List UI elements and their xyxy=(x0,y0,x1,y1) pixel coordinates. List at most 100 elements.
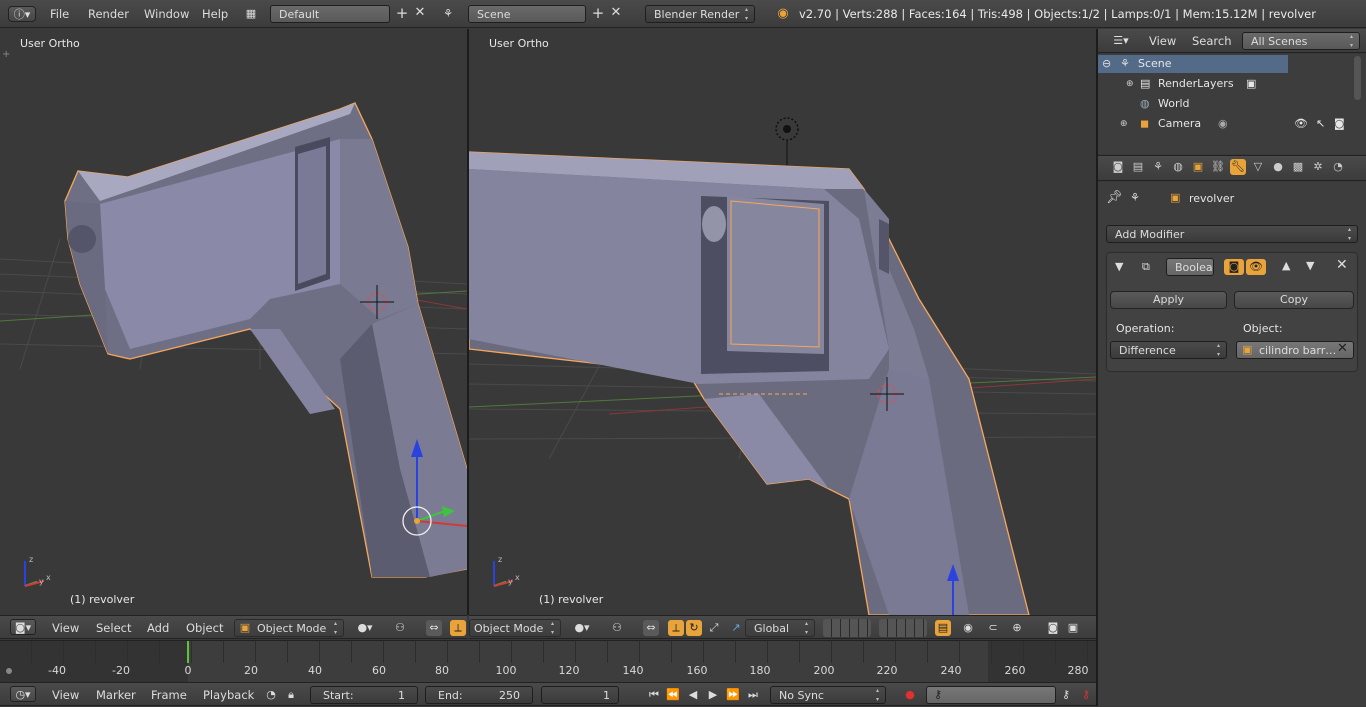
start-frame-field[interactable]: Start: 1 xyxy=(310,686,418,704)
outliner-item-renderlayers[interactable]: ⊕ ▤ RenderLayers ▣ xyxy=(1098,74,1366,94)
sync-mode-dropdown[interactable]: No Sync xyxy=(770,686,886,704)
timeline-menu-marker[interactable]: Marker xyxy=(96,683,136,707)
layers-grid-2[interactable] xyxy=(879,619,927,637)
play-reverse-icon[interactable]: ◀ xyxy=(685,687,701,703)
snap-element-icon[interactable]: ⊕ xyxy=(1009,620,1025,636)
timeline-menu-playback[interactable]: Playback xyxy=(203,683,254,707)
orientation-dropdown[interactable]: Global xyxy=(745,619,815,637)
delete-keyframe-icon[interactable]: ⚷ xyxy=(1078,687,1094,703)
expand-icon[interactable]: ⊕ xyxy=(1120,114,1128,134)
timeline-menu-view[interactable]: View xyxy=(52,683,79,707)
tab-world-icon[interactable]: ◍ xyxy=(1170,159,1186,175)
menu-render[interactable]: Render xyxy=(88,0,129,28)
corner-plus-icon[interactable]: + xyxy=(2,49,10,60)
timeline-editor-type-icon[interactable]: ◷▾ xyxy=(10,686,36,702)
lock-layers-icon[interactable]: ▤ xyxy=(935,620,951,636)
tab-render-layers-icon[interactable]: ▤ xyxy=(1130,159,1146,175)
remove-modifier-icon[interactable]: ✕ xyxy=(1336,257,1348,273)
jump-to-end-icon[interactable]: ⏭ xyxy=(745,687,761,703)
outliner-menu-view[interactable]: View xyxy=(1149,29,1176,53)
tab-scene-icon[interactable]: ⚘ xyxy=(1150,159,1166,175)
clear-object-icon[interactable]: ✕ xyxy=(1337,341,1348,356)
viewport-shading-icon[interactable]: ●▾ xyxy=(352,620,378,636)
operation-dropdown[interactable]: Difference xyxy=(1110,341,1227,359)
current-frame-marker[interactable] xyxy=(187,641,189,663)
lock-time-icon[interactable]: 🔒︎ xyxy=(283,687,299,703)
insert-keyframe-icon[interactable]: ⚷ xyxy=(1058,687,1074,703)
scene-icon[interactable]: ⚘ xyxy=(440,6,456,22)
layers-grid-1[interactable] xyxy=(823,619,871,637)
outliner-item-camera[interactable]: ⊕ ◼ Camera ◉ 👁︎ ↖ ◙ xyxy=(1098,114,1366,134)
jump-to-keyframe-forward-icon[interactable]: ⏩ xyxy=(725,687,741,703)
move-modifier-down-icon[interactable]: ▼ xyxy=(1306,259,1314,272)
pivot-icon[interactable]: ⚇ xyxy=(392,620,408,636)
tab-render-icon[interactable]: ◙ xyxy=(1110,159,1126,175)
modifier-render-toggle-icon[interactable]: ◙ xyxy=(1224,259,1244,275)
close-layout-icon[interactable]: ✕ xyxy=(412,5,428,21)
scene-name-field[interactable]: Scene xyxy=(468,5,586,23)
outliner-scrollbar[interactable] xyxy=(1354,56,1361,100)
view3d-menu-object[interactable]: Object xyxy=(186,616,223,640)
snap-icon[interactable]: ⊂ xyxy=(985,620,1001,636)
viewport-shading-icon-right[interactable]: ●▾ xyxy=(569,620,595,636)
viewport-right[interactable]: z y x User Ortho (1) revolver xyxy=(469,29,1096,615)
tab-constraints-icon[interactable]: ⛓ xyxy=(1210,159,1226,175)
view3d-menu-view[interactable]: View xyxy=(52,616,79,640)
record-icon[interactable]: ● xyxy=(902,687,918,703)
menu-help[interactable]: Help xyxy=(202,0,228,28)
current-frame-field[interactable]: 1 xyxy=(541,686,619,704)
outliner-editor-icon[interactable]: ☰▾ xyxy=(1108,33,1134,49)
copy-modifier-button[interactable]: Copy xyxy=(1234,291,1354,309)
mode-dropdown-right[interactable]: Object Mode xyxy=(469,619,561,637)
render-animation-icon[interactable]: ▣ xyxy=(1065,620,1081,636)
move-modifier-up-icon[interactable]: ▲ xyxy=(1282,259,1290,272)
mode-dropdown-left[interactable]: Object Mode xyxy=(234,619,344,637)
outliner-filter-dropdown[interactable]: All Scenes xyxy=(1242,32,1360,50)
add-layout-icon[interactable]: + xyxy=(394,5,410,21)
renderability-camera-icon[interactable]: ◙ xyxy=(1334,114,1345,134)
use-preview-range-icon[interactable]: ◔ xyxy=(263,687,279,703)
translate-manipulator-icon-right[interactable]: ⟂ xyxy=(668,620,684,636)
end-frame-field[interactable]: End: 250 xyxy=(425,686,533,704)
render-engine-dropdown[interactable]: Blender Render xyxy=(645,5,755,23)
outliner-item-world[interactable]: ◍ World xyxy=(1098,94,1366,114)
expand-icon[interactable]: ⊖ xyxy=(1102,54,1111,74)
selectability-arrow-icon[interactable]: ↖ xyxy=(1316,114,1325,134)
jump-to-keyframe-back-icon[interactable]: ⏪ xyxy=(665,687,681,703)
info-editor-icon[interactable]: ⓘ▾ xyxy=(8,6,36,22)
outliner-menu-search[interactable]: Search xyxy=(1192,29,1232,53)
add-modifier-dropdown[interactable]: Add Modifier xyxy=(1106,225,1358,243)
manipulator-toggle-icon[interactable]: ⇔ xyxy=(426,620,442,636)
scale-manipulator-icon[interactable]: ⤢ xyxy=(706,620,722,636)
tab-material-icon[interactable]: ● xyxy=(1270,159,1286,175)
view3d-menu-select[interactable]: Select xyxy=(96,616,131,640)
tab-modifiers-icon[interactable]: 🔧︎ xyxy=(1230,159,1246,175)
render-still-icon[interactable]: ◙ xyxy=(1045,620,1061,636)
tab-physics-icon[interactable]: ◔ xyxy=(1330,159,1346,175)
tab-object-icon[interactable]: ▣ xyxy=(1190,159,1206,175)
proportional-edit-icon[interactable]: ◉ xyxy=(960,620,976,636)
layout-icon[interactable]: ▦ xyxy=(243,6,259,22)
add-scene-icon[interactable]: + xyxy=(590,5,606,21)
expand-icon[interactable]: ⊕ xyxy=(1126,74,1134,94)
pin-icon[interactable]: 📌︎ xyxy=(1106,190,1123,205)
timeline-menu-frame[interactable]: Frame xyxy=(151,683,187,707)
menu-file[interactable]: File xyxy=(50,0,69,28)
translate-manipulator-icon[interactable]: ⟂ xyxy=(450,620,466,636)
rotate-manipulator-icon[interactable]: ↻ xyxy=(686,620,702,636)
layout-name-field[interactable]: Default xyxy=(270,5,390,23)
pivot-icon-right[interactable]: ⚇ xyxy=(609,620,625,636)
menu-window[interactable]: Window xyxy=(144,0,189,28)
viewport-left[interactable]: z y x User Ortho (1) revolver + xyxy=(0,29,467,615)
outliner-item-scene[interactable]: ⊖ ⚘ Scene xyxy=(1098,54,1366,74)
revolver-mesh[interactable] xyxy=(64,102,467,578)
apply-modifier-button[interactable]: Apply xyxy=(1110,291,1227,309)
close-scene-icon[interactable]: ✕ xyxy=(608,5,624,21)
tab-data-icon[interactable]: ▽ xyxy=(1250,159,1266,175)
tab-particles-icon[interactable]: ✲ xyxy=(1310,159,1326,175)
modifier-name-field[interactable]: Boolea xyxy=(1166,258,1214,276)
revolver-mesh[interactable] xyxy=(469,151,1030,615)
view3d-menu-add[interactable]: Add xyxy=(147,616,169,640)
timeline-left-handle[interactable] xyxy=(6,668,12,674)
modifier-collapse-icon[interactable]: ▼ xyxy=(1115,260,1123,273)
